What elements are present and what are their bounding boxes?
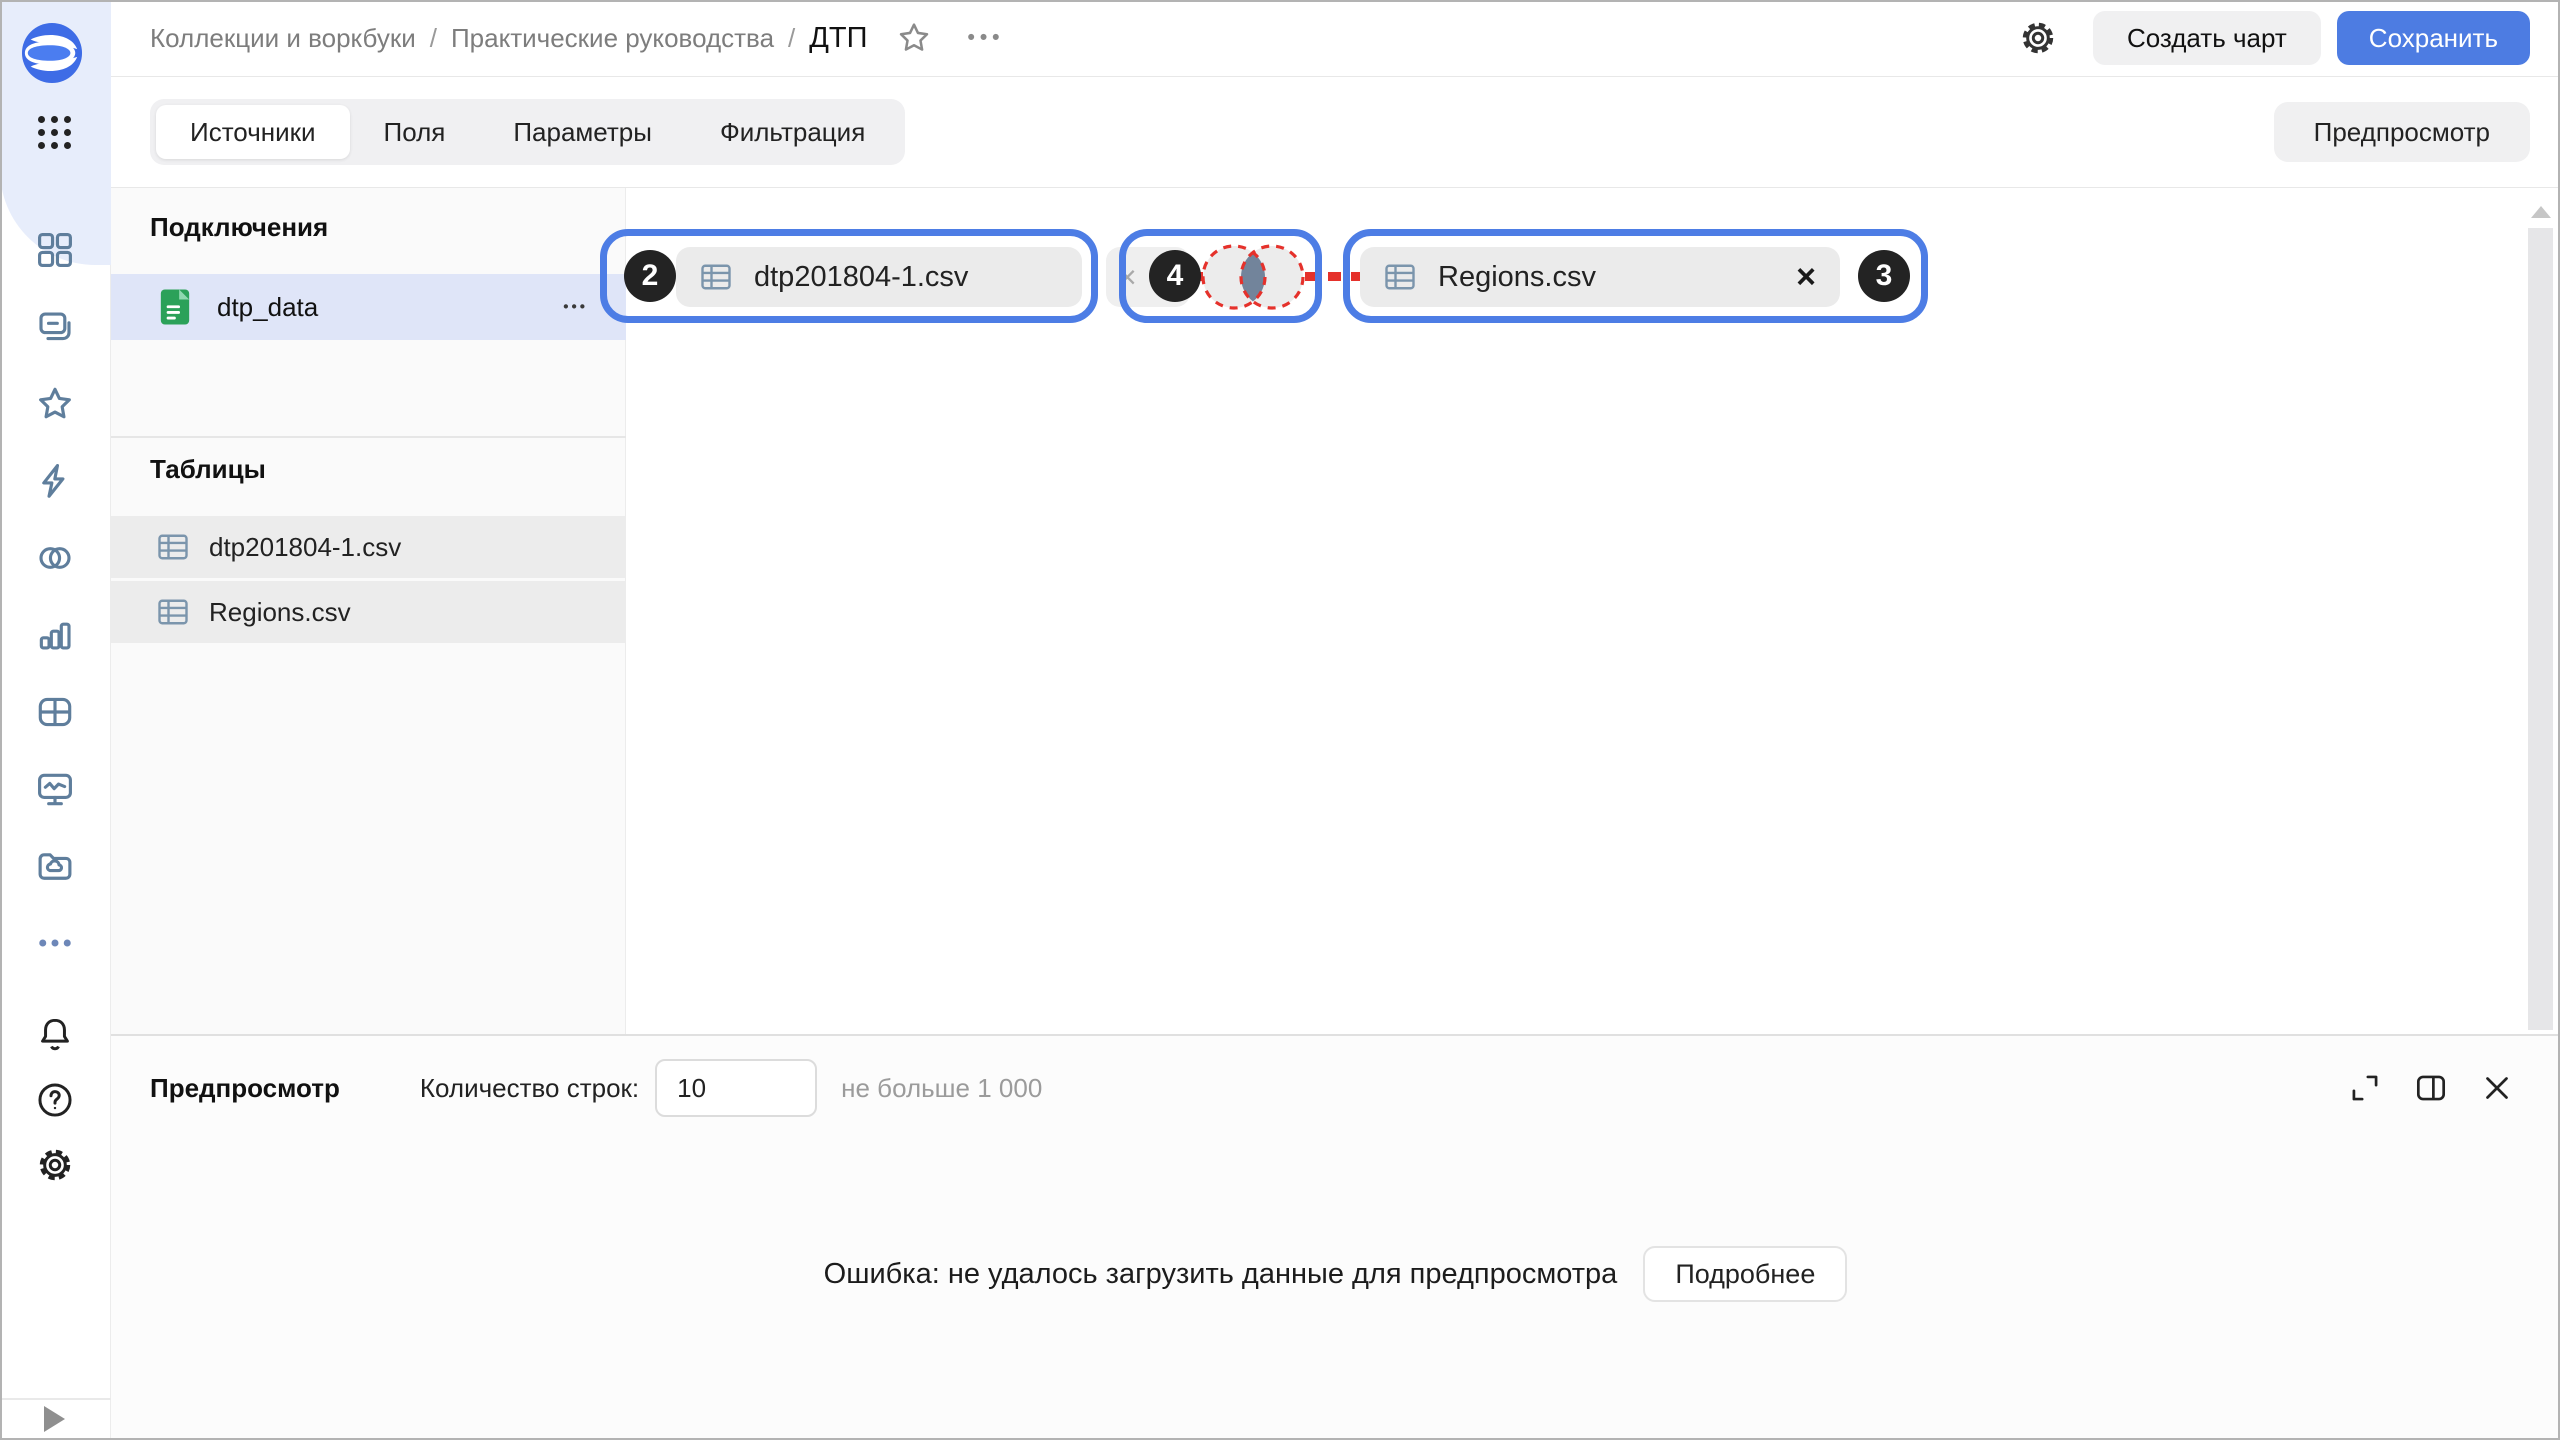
join-remove-icon[interactable]: × bbox=[1118, 261, 1137, 293]
dashboards-grid-icon[interactable] bbox=[31, 226, 79, 274]
connections-section-title: Подключения bbox=[150, 212, 328, 243]
tab-fields[interactable]: Поля bbox=[350, 105, 480, 159]
breadcrumb-guides[interactable]: Практические руководства bbox=[451, 23, 774, 54]
left-rail bbox=[0, 0, 111, 1440]
table-icon bbox=[1382, 259, 1418, 295]
preview-title: Предпросмотр bbox=[150, 1073, 340, 1104]
preview-controls: Предпросмотр Количество строк: не больше… bbox=[111, 1036, 2560, 1140]
panel-divider bbox=[111, 436, 626, 438]
apps-grid-icon[interactable] bbox=[38, 116, 72, 150]
scrollbar-up-arrow[interactable] bbox=[2531, 206, 2551, 218]
row-count-hint: не больше 1 000 bbox=[841, 1073, 1042, 1104]
table-name: Regions.csv bbox=[209, 597, 351, 628]
preview-toggle-button[interactable]: Предпросмотр bbox=[2274, 102, 2530, 162]
step-badge-3: 3 bbox=[1858, 250, 1910, 302]
sources-panel: Подключения dtp_data ••• Таблицы dtp2018… bbox=[111, 188, 626, 1034]
error-details-button[interactable]: Подробнее bbox=[1643, 1246, 1847, 1302]
split-view-icon[interactable] bbox=[2412, 1069, 2450, 1107]
step-badge-4: 4 bbox=[1149, 250, 1201, 302]
source-chip-label: Regions.csv bbox=[1438, 261, 1596, 294]
monitoring-icon[interactable] bbox=[31, 765, 79, 813]
tab-bar: Источники Поля Параметры Фильтрация Пред… bbox=[111, 77, 2560, 188]
row-count-input[interactable] bbox=[655, 1059, 817, 1117]
expand-preview-icon[interactable] bbox=[2346, 1069, 2384, 1107]
dataset-tabs: Источники Поля Параметры Фильтрация bbox=[150, 99, 905, 165]
more-menu-icon[interactable]: ••• bbox=[967, 26, 1004, 50]
preview-error-text: Ошибка: не удалось загрузить данные для … bbox=[824, 1258, 1618, 1291]
close-preview-icon[interactable] bbox=[2478, 1069, 2516, 1107]
spreadsheet-connection-icon bbox=[155, 287, 195, 327]
table-widget-icon[interactable] bbox=[31, 688, 79, 736]
datalens-logo-icon[interactable] bbox=[21, 22, 83, 84]
table-name: dtp201804-1.csv bbox=[209, 532, 401, 563]
preview-panel: Предпросмотр Количество строк: не больше… bbox=[111, 1034, 2560, 1440]
scrollbar-thumb[interactable] bbox=[2528, 228, 2553, 1030]
collections-icon[interactable] bbox=[31, 303, 79, 351]
notifications-bell-icon[interactable] bbox=[31, 1011, 79, 1059]
save-button[interactable]: Сохранить bbox=[2337, 11, 2530, 65]
cloud-folder-icon[interactable] bbox=[31, 842, 79, 890]
table-icon bbox=[155, 529, 191, 565]
source-chip-label: dtp201804-1.csv bbox=[754, 261, 968, 294]
page-title: ДТП bbox=[809, 22, 867, 55]
table-icon bbox=[155, 594, 191, 630]
dataset-editor-window: Коллекции и воркбуки / Практические руко… bbox=[0, 0, 2560, 1440]
source-chip-regions[interactable]: Regions.csv × bbox=[1360, 247, 1840, 307]
connection-item-dtp-data[interactable]: dtp_data ••• bbox=[111, 274, 626, 340]
header: Коллекции и воркбуки / Практические руко… bbox=[111, 0, 2560, 77]
step-badge-2: 2 bbox=[624, 250, 676, 302]
datasets-venn-icon[interactable] bbox=[31, 534, 79, 582]
breadcrumb-separator: / bbox=[430, 23, 437, 54]
tab-sources[interactable]: Источники bbox=[156, 105, 350, 159]
rail-divider bbox=[0, 1398, 111, 1400]
connection-more-icon[interactable]: ••• bbox=[563, 299, 588, 316]
help-question-icon[interactable] bbox=[31, 1076, 79, 1124]
table-icon bbox=[698, 259, 734, 295]
charts-bars-icon[interactable] bbox=[31, 611, 79, 659]
tab-parameters[interactable]: Параметры bbox=[479, 105, 686, 159]
preview-error-row: Ошибка: не удалось загрузить данные для … bbox=[111, 1246, 2560, 1302]
settings-gear-icon[interactable] bbox=[31, 1141, 79, 1189]
connections-bolt-icon[interactable] bbox=[31, 457, 79, 505]
favorite-star-icon[interactable] bbox=[895, 19, 933, 57]
more-ellipsis-icon[interactable] bbox=[31, 919, 79, 967]
table-list-item-dtp[interactable]: dtp201804-1.csv bbox=[111, 516, 626, 578]
table-list-item-regions[interactable]: Regions.csv bbox=[111, 581, 626, 643]
connection-name: dtp_data bbox=[217, 292, 318, 323]
tables-section-title: Таблицы bbox=[150, 454, 266, 485]
remove-source-icon[interactable]: × bbox=[1766, 260, 1816, 294]
breadcrumb-separator: / bbox=[788, 23, 795, 54]
row-count-label: Количество строк: bbox=[420, 1073, 639, 1104]
breadcrumb-collections[interactable]: Коллекции и воркбуки bbox=[150, 23, 416, 54]
tab-filtering[interactable]: Фильтрация bbox=[686, 105, 899, 159]
favorites-star-icon[interactable] bbox=[31, 380, 79, 428]
expand-play-icon[interactable] bbox=[44, 1406, 65, 1432]
dataset-settings-gear-icon[interactable] bbox=[2017, 17, 2059, 59]
create-chart-button[interactable]: Создать чарт bbox=[2093, 11, 2321, 65]
join-venn-icon[interactable] bbox=[1198, 237, 1316, 322]
source-chip-dtp[interactable]: dtp201804-1.csv bbox=[676, 247, 1082, 307]
